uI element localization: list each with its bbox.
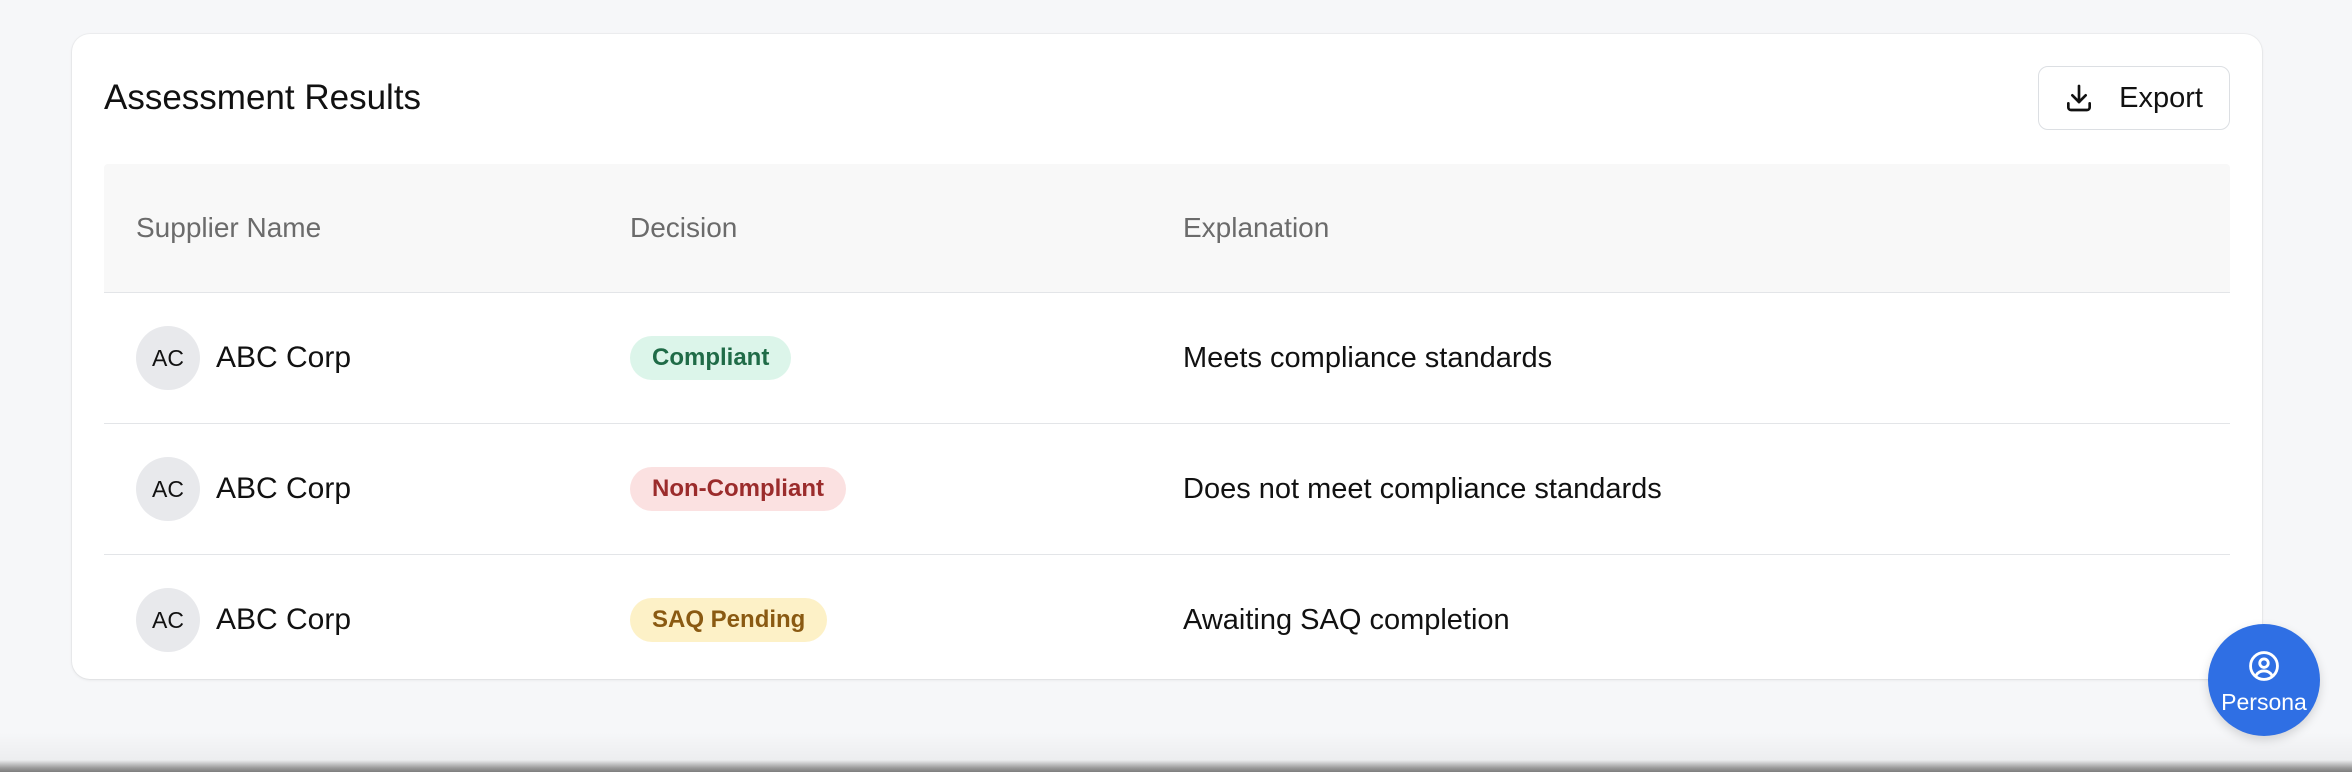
status-badge: SAQ Pending — [630, 598, 828, 642]
explanation-cell: Awaiting SAQ completion — [1183, 604, 2230, 637]
download-icon — [2063, 82, 2095, 114]
card-title: Assessment Results — [104, 78, 422, 117]
avatar: AC — [136, 326, 200, 390]
card-header: Assessment Results Export — [104, 66, 2230, 130]
supplier-cell: AC ABC Corp — [104, 588, 630, 652]
explanation-cell: Does not meet compliance standards — [1183, 473, 2230, 506]
decision-cell: Compliant — [630, 336, 1183, 380]
explanation-text: Does not meet compliance standards — [1183, 472, 1662, 505]
explanation-text: Awaiting SAQ completion — [1183, 603, 1510, 636]
window-bottom-edge — [0, 732, 2352, 772]
column-header-decision[interactable]: Decision — [630, 212, 1183, 244]
decision-cell: Non-Compliant — [630, 467, 1183, 511]
table-row[interactable]: AC ABC Corp Compliant Meets compliance s… — [104, 293, 2230, 424]
user-circle-icon — [2247, 649, 2281, 683]
persona-label: Persona — [2221, 688, 2307, 715]
results-table: Supplier Name Decision Explanation AC AB… — [104, 164, 2230, 685]
table-row[interactable]: AC ABC Corp Non-Compliant Does not meet … — [104, 424, 2230, 555]
supplier-name: ABC Corp — [216, 472, 352, 505]
persona-button[interactable]: Persona — [2208, 624, 2320, 736]
table-row[interactable]: AC ABC Corp SAQ Pending Awaiting SAQ com… — [104, 555, 2230, 685]
status-badge: Non-Compliant — [630, 467, 846, 511]
supplier-cell: AC ABC Corp — [104, 326, 630, 390]
supplier-name: ABC Corp — [216, 603, 352, 636]
supplier-name: ABC Corp — [216, 341, 352, 374]
explanation-cell: Meets compliance standards — [1183, 342, 2230, 375]
avatar: AC — [136, 457, 200, 521]
table-header: Supplier Name Decision Explanation — [104, 164, 2230, 293]
explanation-text: Meets compliance standards — [1183, 341, 1553, 374]
decision-cell: SAQ Pending — [630, 598, 1183, 642]
export-label: Export — [2119, 81, 2203, 114]
assessment-results-card: Assessment Results Export Supplier Name … — [72, 34, 2262, 679]
status-badge: Compliant — [630, 336, 792, 380]
avatar: AC — [136, 588, 200, 652]
export-button[interactable]: Export — [2038, 66, 2230, 130]
column-header-supplier-name[interactable]: Supplier Name — [104, 212, 630, 244]
column-header-explanation[interactable]: Explanation — [1183, 212, 2230, 244]
supplier-cell: AC ABC Corp — [104, 457, 630, 521]
